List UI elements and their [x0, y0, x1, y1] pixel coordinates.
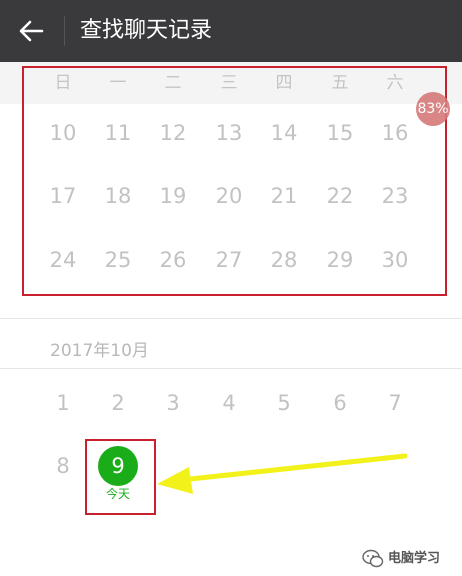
today-day[interactable]: 9 [98, 446, 138, 486]
weekday-thu: 四 [275, 73, 293, 93]
month-divider [0, 368, 462, 369]
calendar-day[interactable]: 12 [148, 119, 198, 147]
calendar-day[interactable]: 30 [370, 246, 420, 274]
calendar-day[interactable]: 13 [204, 119, 254, 147]
today-label: 今天 [105, 487, 130, 501]
calendar-day[interactable]: 3 [148, 389, 198, 417]
scroll-percent-badge: 83% [416, 92, 450, 126]
calendar-day[interactable]: 16 [370, 119, 420, 147]
title-bar: 查找聊天记录 [0, 0, 462, 62]
weekday-fri: 五 [331, 73, 349, 93]
page-title: 查找聊天记录 [80, 18, 213, 43]
calendar-day[interactable]: 18 [93, 182, 143, 210]
watermark-text: 电脑学习 [388, 551, 441, 566]
weekday-wed: 三 [220, 73, 238, 93]
calendar-day[interactable]: 22 [315, 182, 365, 210]
weekday-tue: 二 [164, 73, 182, 93]
calendar-day[interactable]: 28 [259, 246, 309, 274]
month-label: 2017年10月 [50, 341, 149, 361]
calendar-day[interactable]: 11 [93, 119, 143, 147]
calendar-day[interactable]: 1 [38, 389, 88, 417]
weekday-header: 日 一 二 三 四 五 六 [0, 62, 462, 104]
calendar-day[interactable]: 24 [38, 246, 88, 274]
wechat-icon [362, 549, 384, 568]
weekday-sun: 日 [54, 73, 72, 93]
calendar-day[interactable]: 19 [148, 182, 198, 210]
calendar-day[interactable]: 5 [259, 389, 309, 417]
weekday-mon: 一 [109, 73, 127, 93]
calendar-day[interactable]: 23 [370, 182, 420, 210]
calendar-day[interactable]: 17 [38, 182, 88, 210]
calendar-day[interactable]: 7 [370, 389, 420, 417]
calendar-day[interactable]: 6 [315, 389, 365, 417]
calendar-day[interactable]: 20 [204, 182, 254, 210]
calendar-day[interactable]: 4 [204, 389, 254, 417]
section-divider [0, 318, 462, 319]
title-separator [64, 16, 65, 46]
calendar-day[interactable]: 14 [259, 119, 309, 147]
calendar-day[interactable]: 29 [315, 246, 365, 274]
calendar-day[interactable]: 27 [204, 246, 254, 274]
calendar-day[interactable]: 25 [93, 246, 143, 274]
calendar-day[interactable]: 2 [93, 389, 143, 417]
weekday-sat: 六 [386, 73, 404, 93]
calendar-day[interactable]: 26 [148, 246, 198, 274]
calendar-day[interactable]: 21 [259, 182, 309, 210]
pointer-arrow-icon [157, 453, 408, 494]
calendar-day[interactable]: 8 [38, 452, 88, 480]
calendar-day[interactable]: 15 [315, 119, 365, 147]
calendar-day[interactable]: 10 [38, 119, 88, 147]
watermark: 电脑学习 [362, 548, 458, 570]
arrow-left-icon[interactable] [18, 18, 44, 44]
